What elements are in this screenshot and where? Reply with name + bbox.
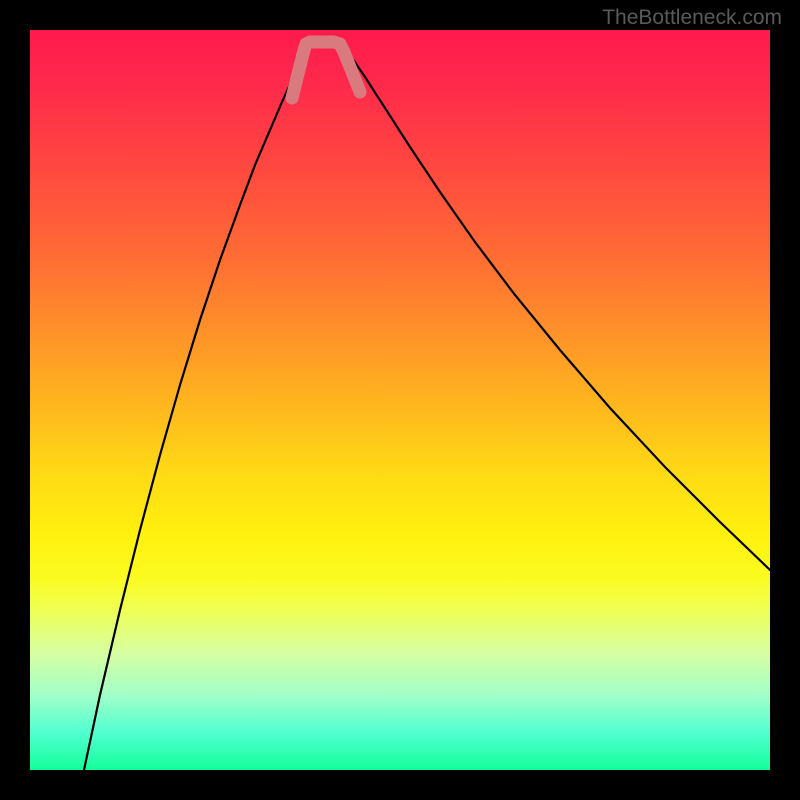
curve-right-curve xyxy=(340,42,770,570)
plot-area xyxy=(30,30,770,770)
marker-dull-marker-pink xyxy=(292,42,360,98)
watermark-text: TheBottleneck.com xyxy=(602,6,782,30)
curve-left-curve xyxy=(84,42,314,770)
chart-svg xyxy=(30,30,770,770)
